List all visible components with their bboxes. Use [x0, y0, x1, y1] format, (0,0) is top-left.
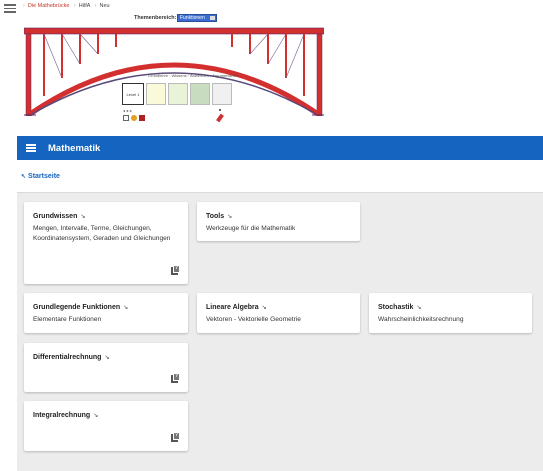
- mini-tiles: Level 1: [122, 83, 232, 105]
- tile-4[interactable]: [190, 83, 210, 105]
- arrow-icon: ↘: [227, 214, 233, 220]
- card-lineare-algebra[interactable]: Lineare Algebra ↘ Vektoren - Vektorielle …: [197, 293, 360, 333]
- header-illustration: › Die Mathebrücke › HilfA › Neu Themenberei…: [0, 0, 543, 136]
- arrow-icon: ↘: [93, 413, 99, 419]
- arrow-icon: ↘: [416, 305, 422, 311]
- app-title: Mathematik: [48, 142, 101, 154]
- card-desc: Wahrscheinlichkeitsrechnung: [378, 316, 464, 323]
- mini-breadcrumb: › Die Mathebrücke › HilfA › Neu: [23, 3, 110, 9]
- mini-links[interactable]: Grundlehre · Wissens · Anwenden · Argume…: [148, 73, 239, 78]
- mini-icons: [123, 115, 145, 121]
- card-title: Differentialrechnung ↘: [33, 354, 110, 361]
- card-tools[interactable]: Tools ↘ Werkzeuge für die Mathematik: [197, 202, 360, 241]
- mini-crumb-first[interactable]: Die Mathebrücke: [28, 3, 70, 9]
- tile-2[interactable]: [146, 83, 166, 105]
- arrow-icon: ↘: [261, 305, 267, 311]
- arrow-icon: ↘: [123, 305, 129, 311]
- card-title: Grundwissen ↘: [33, 213, 86, 220]
- mini-menu-icon[interactable]: [4, 4, 16, 13]
- mini-crumb-third[interactable]: Neu: [99, 3, 109, 9]
- arrow-icon: ↘: [80, 214, 86, 220]
- mini-crumb-second[interactable]: HilfA: [79, 3, 90, 9]
- menu-icon[interactable]: [26, 144, 36, 152]
- cursor-icon[interactable]: [123, 115, 129, 121]
- content-area: Grundwissen ↘ Mengen, Intervalle, Terme, …: [17, 193, 543, 471]
- arrow-icon: ↘: [104, 355, 110, 361]
- card-title: Lineare Algebra ↘: [206, 304, 267, 311]
- card-title: Stochastik ↘: [378, 304, 422, 311]
- mini-tools: ◂ ◂ ◂: [123, 108, 132, 113]
- breadcrumb: ↖ Startseite: [17, 160, 543, 193]
- card-desc: Vektoren - Vektorielle Geometrie: [206, 316, 301, 323]
- card-grundlegende-funktionen[interactable]: Grundlegende Funktionen ↘ Elementare Funk…: [24, 293, 188, 333]
- card-desc: Werkzeuge für die Mathematik: [206, 225, 296, 232]
- help-book-icon[interactable]: [171, 373, 180, 383]
- coin-icon[interactable]: [131, 115, 137, 121]
- home-link[interactable]: ↖ Startseite: [21, 173, 60, 180]
- card-title: Tools ↘: [206, 213, 233, 220]
- card-title: Grundlegende Funktionen ↘: [33, 304, 129, 311]
- dot-icon: [219, 109, 221, 111]
- tile-5[interactable]: [212, 83, 232, 105]
- card-desc: Mengen, Intervalle, Terme, Gleichungen, …: [33, 225, 171, 242]
- help-book-icon[interactable]: [171, 265, 180, 275]
- card-stochastik[interactable]: Stochastik ↘ Wahrscheinlichkeitsrechnung: [369, 293, 532, 333]
- help-book-icon[interactable]: [171, 432, 180, 442]
- home-link-label: Startseite: [28, 173, 60, 180]
- tile-3[interactable]: [168, 83, 188, 105]
- card-integralrechnung[interactable]: Integralrechnung ↘: [24, 401, 188, 451]
- app-bar: Mathematik: [17, 136, 543, 160]
- card-grundwissen[interactable]: Grundwissen ↘ Mengen, Intervalle, Terme, …: [24, 202, 188, 284]
- card-differentialrechnung[interactable]: Differentialrechnung ↘: [24, 343, 188, 392]
- theme-label: Themenbereich:: [134, 15, 177, 21]
- card-title: Integralrechnung ↘: [33, 412, 99, 419]
- card-desc: Elementare Funktionen: [33, 316, 102, 323]
- red-square-icon[interactable]: [139, 115, 145, 121]
- arrow-icon: ↖: [21, 174, 27, 180]
- level-tile[interactable]: Level 1: [122, 83, 144, 105]
- theme-select[interactable]: Funktionen: [177, 14, 217, 22]
